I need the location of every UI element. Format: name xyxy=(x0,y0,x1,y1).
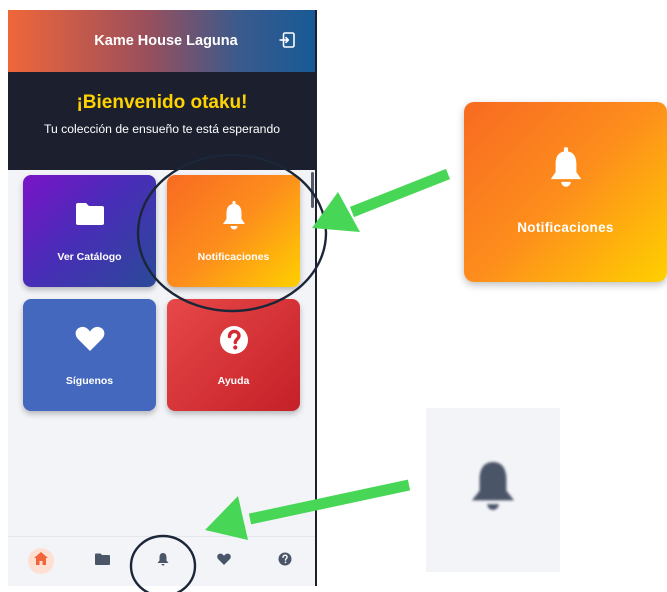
bottom-navigation xyxy=(8,536,316,586)
bell-icon xyxy=(167,201,300,231)
zoomed-bell-icon-panel xyxy=(426,408,560,572)
catalog-tile[interactable]: Ver Catálogo xyxy=(23,175,156,287)
heart-icon xyxy=(23,325,156,355)
nav-notifications[interactable] xyxy=(150,548,176,574)
catalog-tile-label: Ver Catálogo xyxy=(57,251,122,263)
home-icon xyxy=(34,552,48,570)
bell-icon xyxy=(157,552,169,571)
app-bar: Kame House Laguna xyxy=(8,10,316,72)
logout-icon[interactable] xyxy=(278,31,296,49)
welcome-subtitle: Tu colección de ensueño te está esperand… xyxy=(43,122,280,136)
question-icon xyxy=(278,552,292,571)
folder-icon xyxy=(94,552,110,570)
nav-home[interactable] xyxy=(28,548,54,574)
arrow-to-notifications-tile xyxy=(312,168,451,232)
follow-us-tile-label: Síguenos xyxy=(65,375,114,387)
screen-border xyxy=(315,10,317,586)
welcome-banner: ¡Bienvenido otaku! Tu colección de ensue… xyxy=(8,72,316,208)
nav-catalog[interactable] xyxy=(89,548,115,574)
bell-icon xyxy=(426,456,560,514)
folder-icon xyxy=(23,201,156,231)
help-tile[interactable]: Ayuda xyxy=(167,299,300,411)
follow-us-tile[interactable]: Síguenos xyxy=(23,299,156,411)
welcome-title: ¡Bienvenido otaku! xyxy=(76,92,248,113)
zoomed-notifications-label: Notificaciones xyxy=(517,220,614,235)
heart-icon xyxy=(217,552,231,570)
notifications-tile-label: Notificaciones xyxy=(197,251,270,263)
zoomed-notifications-tile: Notificaciones xyxy=(464,102,667,282)
nav-help[interactable] xyxy=(272,548,298,574)
scrollbar[interactable] xyxy=(311,172,314,208)
bell-icon xyxy=(464,146,667,190)
nav-follow-us[interactable] xyxy=(211,548,237,574)
notifications-tile[interactable]: Notificaciones xyxy=(167,175,300,287)
app-title: Kame House Laguna xyxy=(94,33,238,49)
app-screen: Kame House Laguna ¡Bienvenido otaku! Tu … xyxy=(8,10,316,586)
help-tile-label: Ayuda xyxy=(217,375,250,387)
question-icon xyxy=(167,325,300,355)
